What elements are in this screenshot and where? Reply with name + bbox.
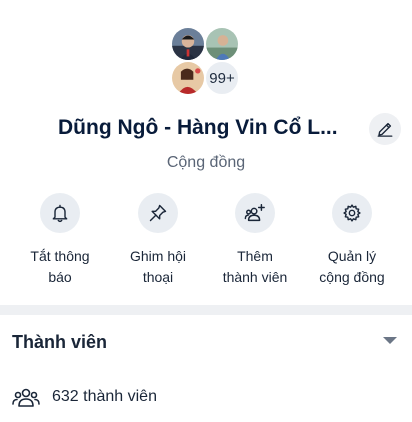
member-avatar (170, 26, 206, 62)
members-section-title: Thành viên (12, 332, 108, 352)
members-section-header[interactable]: Thành viên (0, 315, 412, 367)
gear-icon (343, 204, 361, 222)
action-label: thoại (142, 269, 174, 285)
member-avatar (204, 26, 240, 62)
edit-name-button[interactable] (369, 113, 401, 145)
action-icon-circle (138, 193, 178, 233)
manage-community-button[interactable]: Quản lý cộng đồng (307, 193, 397, 288)
collapse-caret-icon[interactable] (383, 337, 397, 344)
member-avatar (170, 60, 206, 96)
action-label: Quản lý (327, 248, 377, 264)
section-divider (0, 305, 412, 315)
pin-icon (149, 204, 167, 222)
pin-conversation-button[interactable]: Ghim hội thoại (113, 193, 203, 288)
member-count-text: 632 thành viên (52, 388, 157, 405)
action-label: Thêm (237, 248, 273, 264)
group-name: Dũng Ngô - Hàng Vin Cổ L... (58, 116, 338, 139)
mute-notifications-button[interactable]: Tắt thông báo (15, 193, 105, 288)
action-icon-circle (40, 193, 80, 233)
member-count-row[interactable]: 632 thành viên (12, 386, 157, 408)
action-icon-circle (332, 193, 372, 233)
bell-icon (52, 204, 68, 223)
action-label: báo (48, 269, 72, 285)
group-avatar[interactable]: 99+ (170, 26, 242, 98)
add-member-icon (244, 204, 265, 222)
action-label: cộng đồng (319, 269, 385, 285)
action-label: Tắt thông (30, 248, 90, 264)
action-label: Ghim hội (129, 248, 187, 264)
add-member-button[interactable]: Thêm thành viên (210, 193, 300, 288)
action-icon-circle (235, 193, 275, 233)
members-icon (12, 388, 40, 407)
group-type-label: Cộng đồng (166, 154, 246, 171)
pencil-icon (377, 122, 393, 137)
action-label: thành viên (222, 269, 288, 285)
more-members-count: 99+ (204, 60, 240, 96)
